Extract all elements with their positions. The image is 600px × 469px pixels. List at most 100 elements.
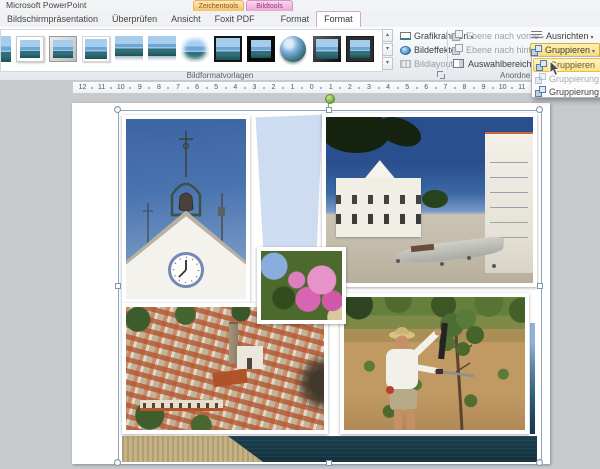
- chevron-down-icon: [591, 31, 594, 41]
- dialog-launcher-icon[interactable]: [437, 71, 445, 79]
- group-divider: [447, 30, 448, 70]
- ruler-number: 4: [379, 82, 398, 93]
- group-objects-icon: [536, 60, 550, 71]
- menu-item-gruppierung-aufheben[interactable]: Gruppierung aufh: [533, 85, 600, 98]
- picture-style-metal-sphere[interactable]: [280, 36, 306, 62]
- picture-style-soft-edge[interactable]: [181, 36, 209, 62]
- group-icon: [531, 45, 542, 56]
- send-backward-icon: [452, 44, 463, 55]
- ruler-number: 2: [264, 82, 283, 93]
- picture-style-white-frame[interactable]: [16, 36, 44, 62]
- selection-pane-button[interactable]: Auswahlbereich: [452, 57, 530, 70]
- tab-foxit-pdf[interactable]: Foxit PDF: [208, 12, 262, 27]
- picture-style-reflection[interactable]: [115, 36, 143, 62]
- ruler-number: 0: [302, 82, 321, 93]
- picture-style-dark-frame[interactable]: [346, 36, 374, 62]
- ruler-number: 7: [436, 82, 455, 93]
- tab-ueberpruefen[interactable]: Überprüfen: [105, 12, 164, 27]
- ruler-number: 4: [226, 82, 245, 93]
- contextual-tab-bildtools[interactable]: Bildtools: [246, 0, 293, 11]
- selection-handle-right-middle[interactable]: [537, 283, 543, 289]
- picture-border-icon: [400, 32, 411, 40]
- group-dropdown-menu: Gruppieren Gruppierung wied Gruppierung …: [531, 56, 600, 98]
- aerial-large-roof: [212, 369, 248, 388]
- style-preview-image: [115, 36, 143, 56]
- tab-format-zeichentools[interactable]: Format: [274, 12, 317, 27]
- photo-man-pruning-tree[interactable]: [340, 293, 529, 434]
- ruler-number: 8: [455, 82, 474, 93]
- bring-forward-button[interactable]: Ebene nach vorne: [452, 29, 530, 42]
- ruler-number: 9: [130, 82, 149, 93]
- gallery-more-icon[interactable]: ▾: [382, 57, 393, 70]
- picture-styles-gallery: [0, 29, 383, 72]
- ruler-number: 10: [111, 82, 130, 93]
- picture-effects-button[interactable]: Bildeffekte: [399, 43, 445, 56]
- selection-handle-bottom-right[interactable]: [536, 459, 543, 466]
- group-label-bildformatvorlagen: Bildformatvorlagen: [0, 71, 440, 80]
- regroup-objects-icon: [535, 73, 549, 84]
- ruler-number: 5: [398, 82, 417, 93]
- menu-item-gruppierung-wiederherstellen[interactable]: Gruppierung wied: [533, 72, 600, 85]
- ribbon-group-labels: Bildformatvorlagen Anordne: [0, 71, 600, 80]
- style-preview-image: [85, 39, 107, 59]
- picture-layout-button[interactable]: Bildlayout: [399, 57, 445, 70]
- style-preview-image: [0, 36, 11, 62]
- picture-border-button[interactable]: Grafikrahmen: [399, 29, 445, 42]
- plaza-tree: [422, 190, 448, 208]
- selection-handle-top-right[interactable]: [536, 106, 543, 113]
- group-label-anordnen: Anordne: [500, 71, 530, 80]
- selection-handle-top-left[interactable]: [114, 106, 121, 113]
- gallery-scroll-down-icon[interactable]: ▾: [382, 43, 393, 56]
- tab-bildschirmpraesentation[interactable]: Bildschirmpräsentation: [0, 12, 105, 27]
- style-preview-image: [251, 40, 271, 58]
- photo-pink-flowers[interactable]: [257, 247, 346, 324]
- reflection-effect: [148, 56, 176, 61]
- horizontal-ruler[interactable]: 12111098765432101234567891011: [72, 81, 600, 94]
- blue-trapezoid-shape[interactable]: [240, 112, 324, 258]
- gallery-scroll-controls: ▴ ▾ ▾: [382, 29, 393, 71]
- tab-format-bildtools[interactable]: Format: [316, 11, 361, 28]
- gallery-scroll-up-icon[interactable]: ▴: [382, 29, 393, 42]
- picture-style-plain[interactable]: [0, 36, 11, 62]
- style-preview-image: [316, 39, 338, 59]
- chevron-down-icon: [592, 45, 595, 55]
- selection-handle-left-middle[interactable]: [115, 283, 121, 289]
- picture-style-white-thin-frame[interactable]: [82, 36, 110, 62]
- ruler-number: 5: [207, 82, 226, 93]
- menu-item-gruppieren[interactable]: Gruppieren: [533, 58, 600, 72]
- ruler-number: 9: [474, 82, 493, 93]
- align-icon: [531, 31, 542, 40]
- style-preview-image: [53, 40, 73, 58]
- photo-water-jetty[interactable]: [122, 434, 537, 462]
- picture-style-black-thick-frame[interactable]: [247, 36, 275, 62]
- selection-handle-bottom-left[interactable]: [114, 459, 121, 466]
- group-button[interactable]: Gruppieren: [530, 43, 600, 57]
- align-button[interactable]: Ausrichten: [530, 29, 600, 42]
- send-backward-button[interactable]: Ebene nach hinten: [452, 43, 530, 56]
- town-hall-building: [336, 178, 421, 236]
- powerpoint-window: { "window": { "title": "Microsoft PowerP…: [0, 0, 600, 469]
- contextual-tab-zeichentools[interactable]: Zeichentools: [193, 0, 244, 11]
- style-preview-image: [20, 40, 40, 58]
- ruler-number: 6: [417, 82, 436, 93]
- rotation-handle[interactable]: [325, 94, 335, 104]
- picture-style-reflection-soft[interactable]: [148, 36, 176, 62]
- style-preview-image: [280, 36, 306, 62]
- picture-style-black-thin-frame[interactable]: [214, 36, 242, 62]
- selection-handle-top-middle[interactable]: [326, 107, 332, 113]
- selection-pane-icon: [453, 59, 464, 68]
- ruler-number: 2: [340, 82, 359, 93]
- style-preview-image: [350, 40, 370, 58]
- selection-handle-bottom-middle[interactable]: [326, 460, 332, 466]
- photo-water-sliver[interactable]: [530, 323, 535, 434]
- picture-style-black-bevel-frame[interactable]: [313, 36, 341, 62]
- picture-style-metal-frame[interactable]: [49, 36, 77, 62]
- mouse-cursor: [549, 60, 561, 77]
- ruler-number: 12: [73, 82, 92, 93]
- photo-town-square[interactable]: [322, 113, 537, 287]
- aerial-church-body: [237, 346, 263, 369]
- photo-church-clock-tower[interactable]: [122, 115, 250, 303]
- tab-ansicht[interactable]: Ansicht: [164, 12, 208, 27]
- window-title: Microsoft PowerPoint: [6, 0, 86, 11]
- ruler-number: 3: [359, 82, 378, 93]
